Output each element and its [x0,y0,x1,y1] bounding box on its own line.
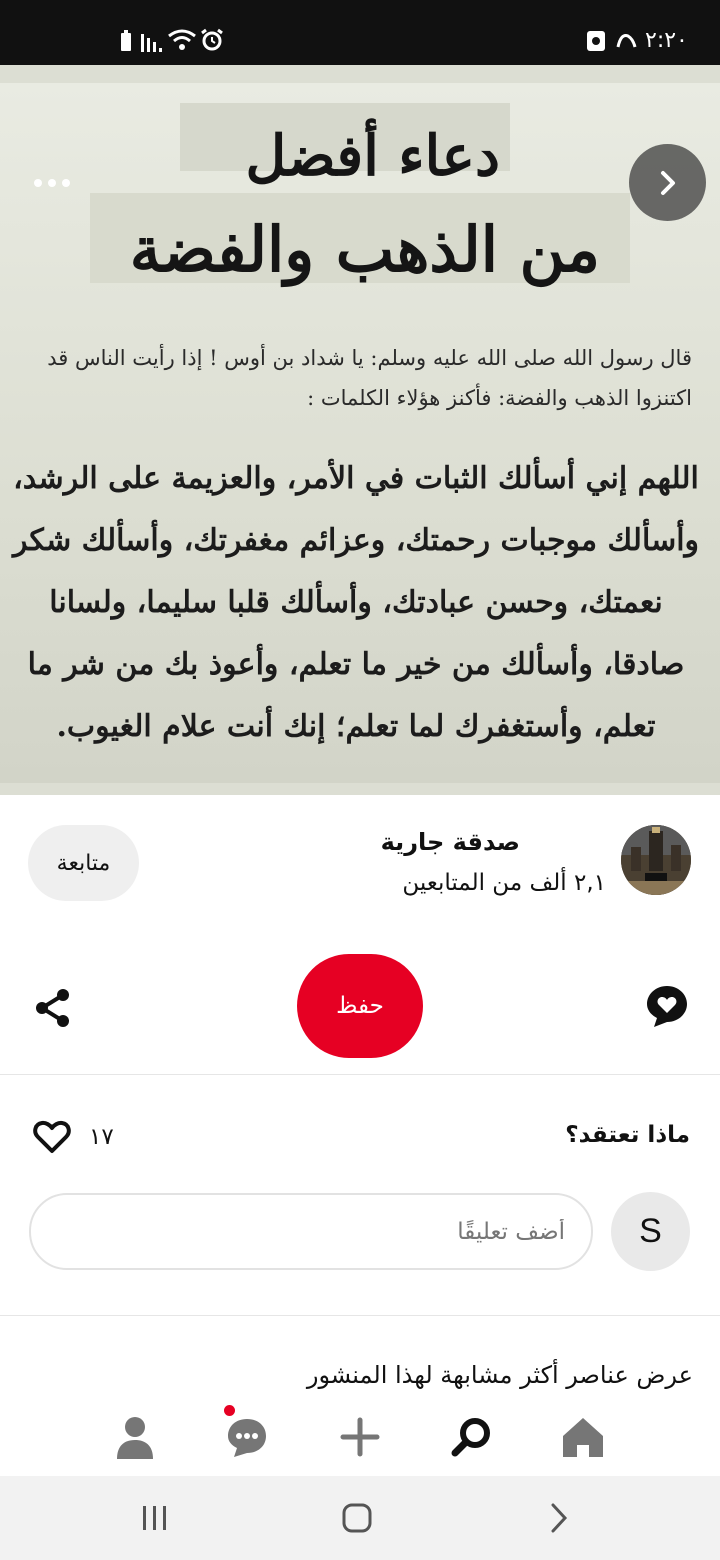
like-count: ١٧ [89,1124,114,1150]
likes: ١٧ [33,1120,114,1154]
follow-button[interactable]: متابعة [28,825,139,901]
creator-name[interactable]: صدقة جارية [381,828,520,856]
back-button[interactable] [534,1496,584,1540]
nav-messages[interactable] [220,1410,274,1464]
image-title-line2: من الذهب والفضة [129,213,600,286]
chevron-right-icon [660,170,675,195]
nav-search[interactable] [445,1410,499,1464]
next-button[interactable] [629,144,706,221]
plus-icon [340,1417,380,1457]
heart-icon[interactable] [33,1120,71,1154]
user-avatar[interactable]: S [611,1192,690,1271]
creator-avatar-image [621,825,691,895]
chat-icon [228,1419,266,1457]
more-options-button[interactable] [22,165,82,201]
recent-apps-button[interactable] [130,1496,180,1540]
chevron-right-icon [551,1503,568,1533]
heart-speech-icon [647,986,687,1027]
pin-image[interactable]: دعاء أفضل من الذهب والفضة قال رسول الله … [0,65,720,795]
image-title-line1: دعاء أفضل [245,123,500,189]
clock: ٢:٢٠ [645,28,688,53]
share-button[interactable] [30,985,76,1031]
nav-home[interactable] [556,1410,610,1464]
creator-avatar[interactable] [621,825,691,895]
recent-apps-icon [143,1506,166,1530]
home-system-button[interactable] [332,1496,382,1540]
follower-count: ٢,١ ألف من المتابعين [402,870,606,896]
bottom-navigation [0,1400,720,1476]
reaction-button[interactable] [644,983,690,1029]
home-square-icon [342,1503,372,1533]
comments-section: ماذا تعتقد؟ ١٧ S [0,1076,720,1316]
data-saver-icon [616,34,637,48]
comment-input[interactable] [29,1193,593,1270]
action-bar: حفظ [0,935,720,1075]
system-navigation [0,1476,720,1560]
home-icon [563,1418,603,1457]
creator-section: صدقة جارية ٢,١ ألف من المتابعين متابعة [0,795,720,935]
status-bar: ٢:٢٠ [0,0,720,65]
notification-dot [224,1405,235,1416]
screen-record-icon [587,31,605,51]
more-icon [34,179,42,187]
battery-icon [121,30,131,51]
alarm-icon [201,28,223,51]
image-dua-text: اللهم إني أسألك الثبات في الأمر، والعزيم… [12,461,700,744]
wifi-icon [168,29,196,50]
nav-create[interactable] [333,1410,387,1464]
search-icon [451,1418,490,1457]
save-button[interactable]: حفظ [297,954,423,1058]
share-icon [36,989,69,1027]
nav-profile[interactable] [108,1410,162,1464]
signal-icon [141,34,162,52]
image-hadith-text: قال رسول الله صلى الله عليه وسلم: يا شدا… [47,346,692,410]
image-background: دعاء أفضل من الذهب والفضة قال رسول الله … [0,83,720,783]
comments-title: ماذا تعتقد؟ [565,1122,690,1148]
profile-icon [117,1417,153,1459]
more-like-this-heading: عرض عناصر أكثر مشابهة لهذا المنشور [306,1361,693,1389]
